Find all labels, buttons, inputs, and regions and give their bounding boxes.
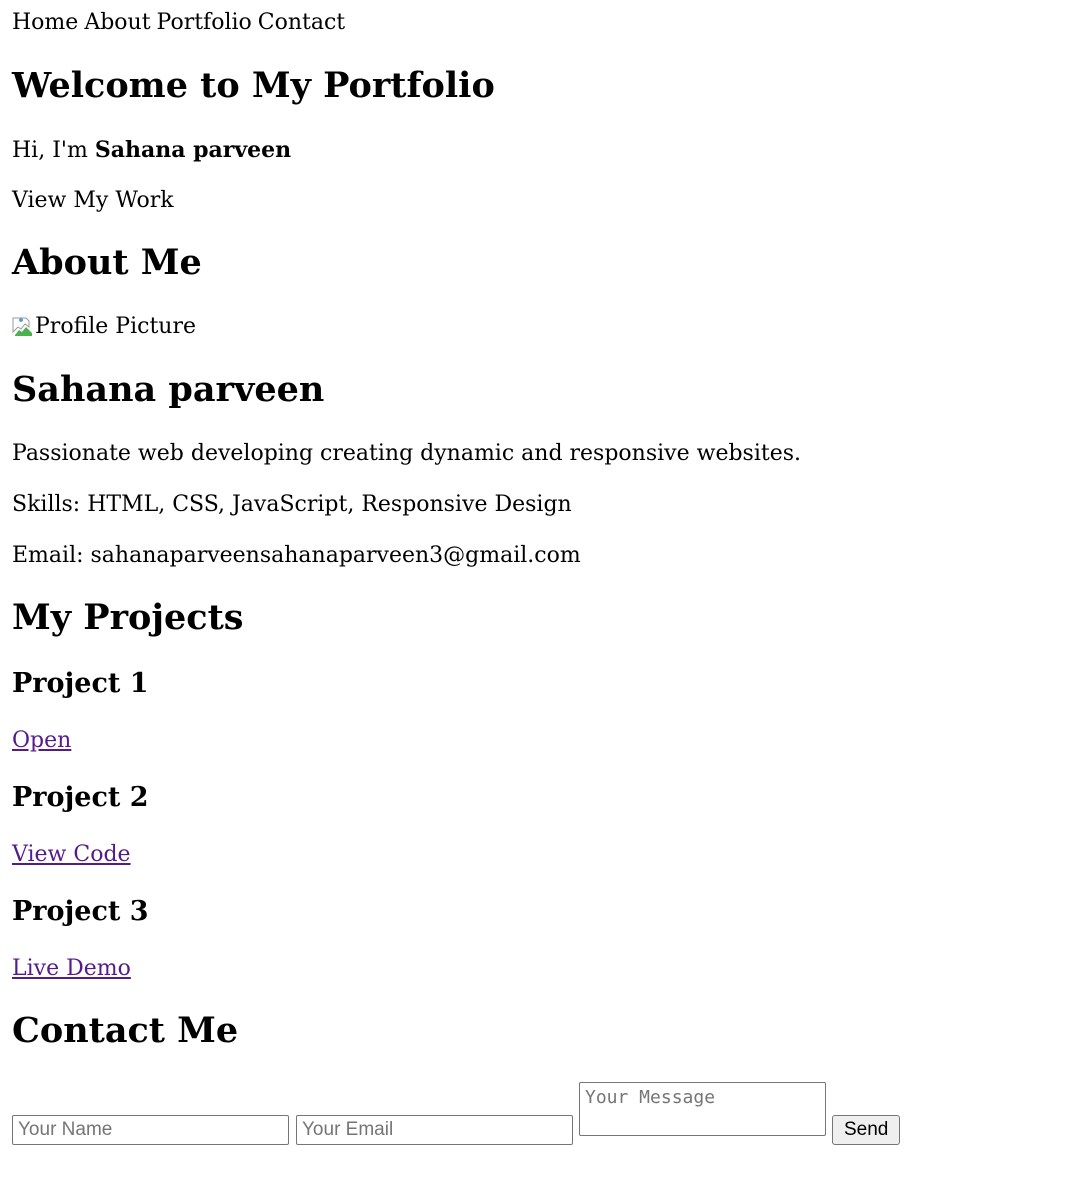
nav-item-about[interactable]: About: [84, 10, 150, 35]
project-1-title: Project 1: [12, 668, 149, 699]
about-skills: Skills: HTML, CSS, JavaScript, Responsiv…: [12, 492, 572, 517]
hero-name: Sahana parveen: [94, 137, 292, 163]
project-1-link[interactable]: Open: [12, 728, 71, 753]
profile-picture-alt: Profile Picture: [35, 314, 196, 339]
project-2-title: Project 2: [12, 782, 149, 813]
project-3-title: Project 3: [12, 896, 149, 927]
nav-item-contact[interactable]: Contact: [258, 10, 345, 35]
hero-title: Welcome to My Portfolio: [12, 65, 495, 106]
view-work-cta[interactable]: View My Work: [12, 187, 174, 215]
top-nav: Home About Portfolio Contact: [12, 9, 351, 37]
about-name: Sahana parveen: [12, 369, 325, 410]
projects-title: My Projects: [12, 597, 244, 638]
broken-image-icon: [12, 316, 34, 338]
message-textarea[interactable]: [579, 1082, 826, 1136]
contact-form: Send: [12, 1082, 1012, 1146]
about-email: Email: sahanaparveensahanaparveen3@gmail…: [12, 543, 581, 568]
about-bio: Passionate web developing creating dynam…: [12, 441, 802, 466]
nav-item-portfolio[interactable]: Portfolio: [157, 10, 252, 35]
hero-greeting: Hi, I'm Sahana parveen: [12, 136, 291, 165]
send-button[interactable]: Send: [832, 1115, 901, 1145]
nav-item-home[interactable]: Home: [12, 10, 78, 35]
project-3-link[interactable]: Live Demo: [12, 956, 131, 981]
contact-title: Contact Me: [12, 1010, 239, 1051]
profile-picture: Profile Picture: [12, 313, 196, 341]
greeting-prefix: Hi, I'm: [12, 138, 95, 163]
about-title: About Me: [12, 242, 202, 283]
name-input[interactable]: [12, 1115, 289, 1145]
project-2-link[interactable]: View Code: [12, 842, 131, 867]
email-input[interactable]: [296, 1115, 573, 1145]
